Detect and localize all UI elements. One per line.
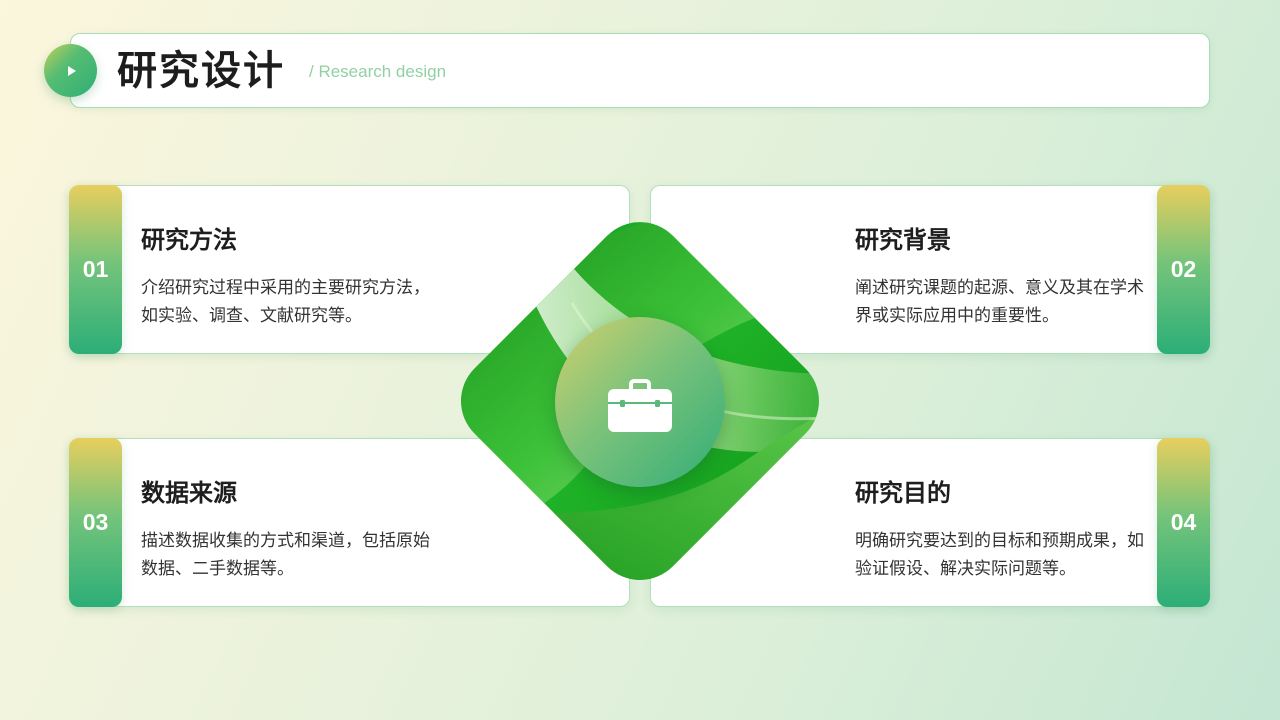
card-title: 研究目的 (855, 479, 951, 507)
briefcase-icon (608, 379, 672, 432)
card-number-badge: 04 (1157, 438, 1210, 607)
page-title: 研究设计 (117, 48, 285, 94)
card-description: 明确研究要达到的目标和预期成果，如验证假设、解决实际问题等。 (855, 531, 1144, 579)
play-icon (68, 65, 76, 76)
card-number-badge: 02 (1157, 185, 1210, 354)
card-description: 介绍研究过程中采用的主要研究方法，如实验、调查、文献研究等。 (141, 278, 430, 326)
card-title: 研究方法 (141, 226, 237, 254)
card-title: 研究背景 (855, 226, 951, 254)
center-icon-badge (555, 317, 725, 487)
card-title: 数据来源 (141, 479, 237, 507)
header-badge (44, 44, 97, 97)
card-number-badge: 01 (69, 185, 122, 354)
card-number-badge: 03 (69, 438, 122, 607)
card-description: 阐述研究课题的起源、意义及其在学术界或实际应用中的重要性。 (855, 278, 1144, 326)
card-description: 描述数据收集的方式和渠道，包括原始数据、二手数据等。 (141, 531, 430, 579)
page-subtitle: / Research design (309, 62, 447, 81)
